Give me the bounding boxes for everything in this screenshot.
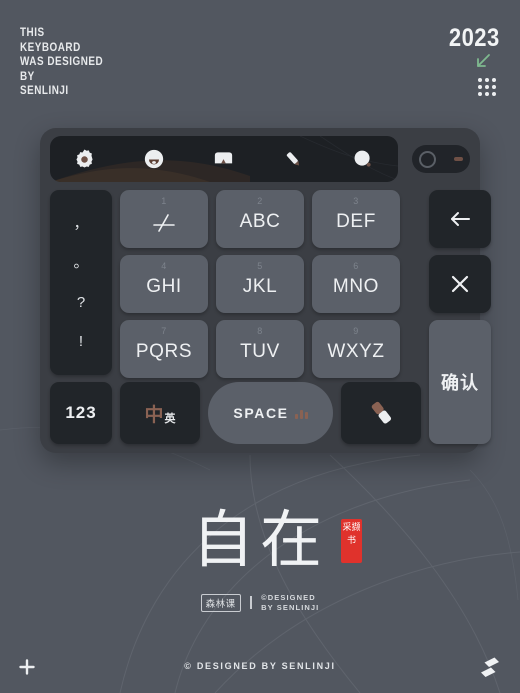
- key-8-label: TUV: [240, 341, 280, 362]
- credit-lines: ©DESIGNED BY SENLINJI: [261, 593, 319, 612]
- confirm-key[interactable]: 确认: [429, 320, 491, 444]
- key-3-number: 3: [353, 196, 359, 206]
- keyboard-icon[interactable]: [209, 144, 239, 174]
- year-label: 2023: [449, 24, 500, 52]
- key-5-label: JKL: [242, 276, 278, 297]
- key-6-number: 6: [353, 261, 359, 271]
- credit-line-1: ©DESIGNED: [261, 593, 316, 602]
- brand-title-row: 自在 采撷书: [191, 503, 362, 576]
- key-7-label: PQRS: [135, 341, 193, 362]
- toggle-dash: [454, 157, 463, 161]
- key-9-label: WXYZ: [327, 341, 385, 362]
- punct-exclaim[interactable]: !: [50, 334, 112, 349]
- headline-line-1: THIS: [20, 27, 45, 39]
- eraser-key[interactable]: [341, 382, 421, 444]
- eraser-icon: [371, 401, 392, 424]
- headline-line-5: SENLINJI: [20, 85, 69, 97]
- senlinji-logo-icon[interactable]: [478, 655, 502, 679]
- key-2-label: ABC: [239, 211, 281, 232]
- language-toggle-key[interactable]: 中 英: [120, 382, 200, 444]
- backspace-key[interactable]: [429, 190, 491, 248]
- headline-line-2: KEYBOARD: [20, 41, 81, 54]
- toggle-knob: [419, 150, 436, 168]
- punct-question[interactable]: ?: [50, 295, 112, 310]
- language-cn-label: 中: [144, 404, 164, 426]
- key-area: ， 。 ? ! 1 2 ABC 3 DEF 4 GHI 5 JKL 6 MNO …: [50, 190, 491, 444]
- key-8-number: 8: [257, 326, 263, 336]
- numeric-mode-key[interactable]: 123: [50, 382, 112, 444]
- key-1-number: 1: [161, 196, 167, 206]
- key-4-label: GHI: [146, 276, 182, 297]
- key-6[interactable]: 6 MNO: [312, 255, 400, 313]
- language-en-label: 英: [164, 412, 176, 425]
- keyboard-panel: ， 。 ? ! 1 2 ABC 3 DEF 4 GHI 5 JKL 6 MNO …: [40, 128, 491, 453]
- page-title: 自在: [191, 503, 328, 576]
- key-3-label: DEF: [336, 211, 376, 232]
- voice-icon[interactable]: [348, 144, 378, 174]
- headline-line-3: WAS DESIGNED: [20, 56, 104, 68]
- key-2-number: 2: [257, 196, 263, 206]
- credit-line-2: BY SENLINJI: [261, 602, 320, 612]
- key-5-number: 5: [257, 261, 263, 271]
- studio-badge: 森林课: [200, 593, 241, 612]
- key-1[interactable]: 1: [120, 190, 208, 248]
- key-5[interactable]: 5 JKL: [216, 255, 304, 313]
- key-9-number: 9: [353, 326, 359, 336]
- pencil-icon[interactable]: [279, 144, 309, 174]
- credit-separator: [249, 596, 253, 609]
- language-toggle-inner: 中 英: [144, 400, 175, 427]
- backspace-arrow-icon: [451, 212, 470, 226]
- key-4-number: 4: [161, 261, 167, 271]
- close-x-icon: [451, 275, 469, 293]
- arrow-down-left-icon: [477, 54, 490, 67]
- key-4[interactable]: 4 GHI: [120, 255, 208, 313]
- emoji-icon[interactable]: [139, 144, 169, 174]
- key-8[interactable]: 8 TUV: [216, 320, 304, 378]
- key-9[interactable]: 9 WXYZ: [312, 320, 400, 378]
- dot-grid-icon[interactable]: [478, 78, 498, 96]
- numeric-mode-label: 123: [65, 403, 97, 422]
- keyboard-toolbar: [50, 136, 470, 182]
- credit-row: 森林课 ©DESIGNED BY SENLINJI: [0, 593, 520, 612]
- punct-period[interactable]: 。: [50, 255, 112, 270]
- signal-bars-icon: [294, 408, 308, 419]
- seal-stamp: 采撷书: [341, 519, 362, 563]
- gear-icon[interactable]: [70, 144, 100, 174]
- key-2[interactable]: 2 ABC: [216, 190, 304, 248]
- brand-block: 自在 采撷书 森林课 ©DESIGNED BY SENLINJI: [0, 505, 520, 612]
- space-key[interactable]: SPACE: [208, 382, 333, 444]
- punctuation-key[interactable]: ， 。 ? !: [50, 190, 112, 375]
- key-3[interactable]: 3 DEF: [312, 190, 400, 248]
- key-6-label: MNO: [332, 276, 380, 297]
- space-label: SPACE: [233, 405, 289, 421]
- symbols-icon: [153, 214, 175, 232]
- toolbar-icons-panel: [50, 136, 398, 182]
- punct-comma[interactable]: ，: [50, 216, 112, 231]
- key-7[interactable]: 7 PQRS: [120, 320, 208, 378]
- power-toggle[interactable]: [412, 145, 470, 173]
- footer: © DESIGNED BY SENLINJI: [0, 643, 520, 693]
- footer-credit: © DESIGNED BY SENLINJI: [184, 661, 336, 671]
- confirm-label: 确认: [441, 373, 479, 393]
- header: THIS KEYBOARD WAS DESIGNED BY SENLINJI 2…: [0, 0, 520, 128]
- close-key[interactable]: [429, 255, 491, 313]
- headline: THIS KEYBOARD WAS DESIGNED BY SENLINJI: [20, 26, 103, 99]
- headline-line-4: BY: [20, 70, 35, 83]
- key-7-number: 7: [161, 326, 167, 336]
